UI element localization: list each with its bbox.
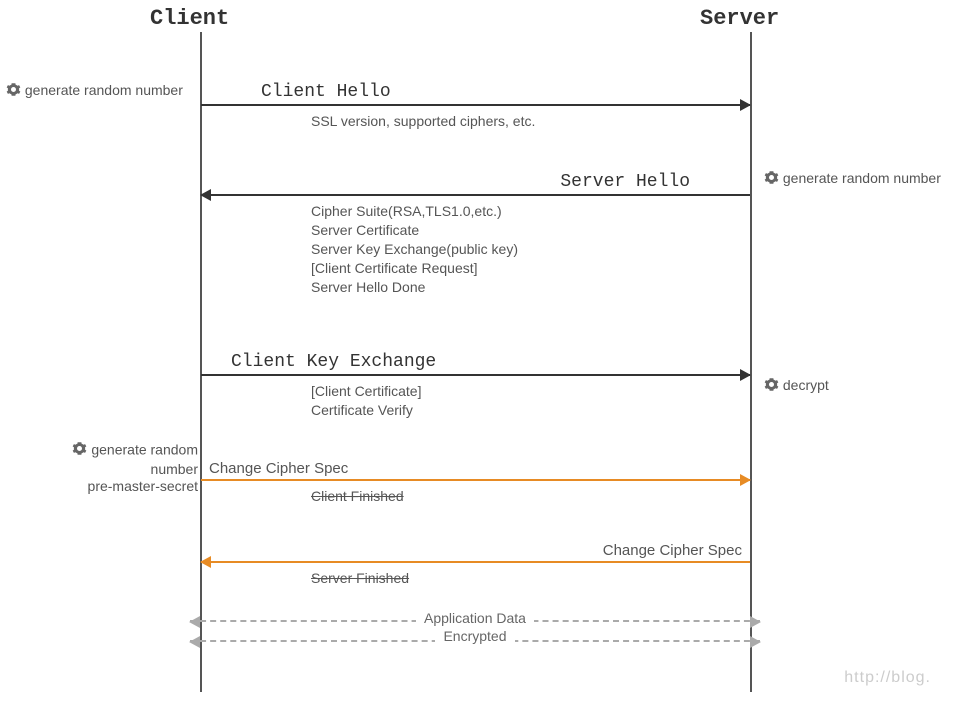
lifeline-server bbox=[750, 32, 752, 692]
actor-client-title: Client bbox=[150, 6, 229, 31]
note-client-random: generate random number bbox=[6, 82, 183, 100]
arrow-left-icon bbox=[201, 194, 750, 196]
message-change-cipher-spec-server: Change Cipher Spec Server Finished bbox=[201, 540, 750, 588]
note-server-random: generate random number bbox=[764, 170, 941, 188]
message-body: Client Finished bbox=[201, 481, 750, 506]
message-body: Cipher Suite(RSA,TLS1.0,etc.) Server Cer… bbox=[201, 196, 750, 296]
arrow-left-icon bbox=[201, 561, 750, 563]
appdata-label-2: Encrypted bbox=[435, 628, 514, 644]
arrow-right-icon bbox=[201, 104, 750, 106]
gear-icon bbox=[6, 82, 21, 100]
actor-server-title: Server bbox=[700, 6, 779, 31]
message-client-key-exchange: Client Key Exchange [Client Certificate]… bbox=[201, 350, 750, 420]
message-title: Client Key Exchange bbox=[201, 350, 750, 374]
message-client-hello: Client Hello SSL version, supported ciph… bbox=[201, 80, 750, 131]
message-body: Server Finished bbox=[201, 563, 750, 588]
message-body: [Client Certificate] Certificate Verify bbox=[201, 376, 750, 420]
message-title: Server Hello bbox=[201, 170, 750, 194]
message-title: Change Cipher Spec bbox=[201, 540, 750, 561]
message-title: Client Hello bbox=[201, 80, 750, 104]
note-text: generate random number bbox=[783, 170, 941, 186]
appdata-label-1: Application Data bbox=[416, 610, 534, 626]
message-change-cipher-spec-client: Change Cipher Spec Client Finished bbox=[201, 458, 750, 506]
gear-icon bbox=[764, 377, 779, 395]
note-text: decrypt bbox=[783, 377, 829, 393]
note-text: generate random number bbox=[25, 82, 183, 98]
arrow-right-icon bbox=[201, 374, 750, 376]
arrow-right-icon bbox=[201, 479, 750, 481]
message-server-hello: Server Hello Cipher Suite(RSA,TLS1.0,etc… bbox=[201, 170, 750, 296]
note-client-premaster: generate random number pre-master-secret bbox=[38, 441, 198, 496]
note-text: generate random number pre-master-secret bbox=[88, 441, 198, 494]
note-server-decrypt: decrypt bbox=[764, 377, 829, 395]
watermark-text: http://blog. bbox=[844, 669, 931, 687]
gear-icon bbox=[764, 170, 779, 188]
gear-icon bbox=[72, 441, 87, 461]
message-title: Change Cipher Spec bbox=[201, 458, 750, 479]
message-body: SSL version, supported ciphers, etc. bbox=[201, 106, 750, 131]
message-application-data: Application Data Encrypted bbox=[190, 620, 760, 642]
